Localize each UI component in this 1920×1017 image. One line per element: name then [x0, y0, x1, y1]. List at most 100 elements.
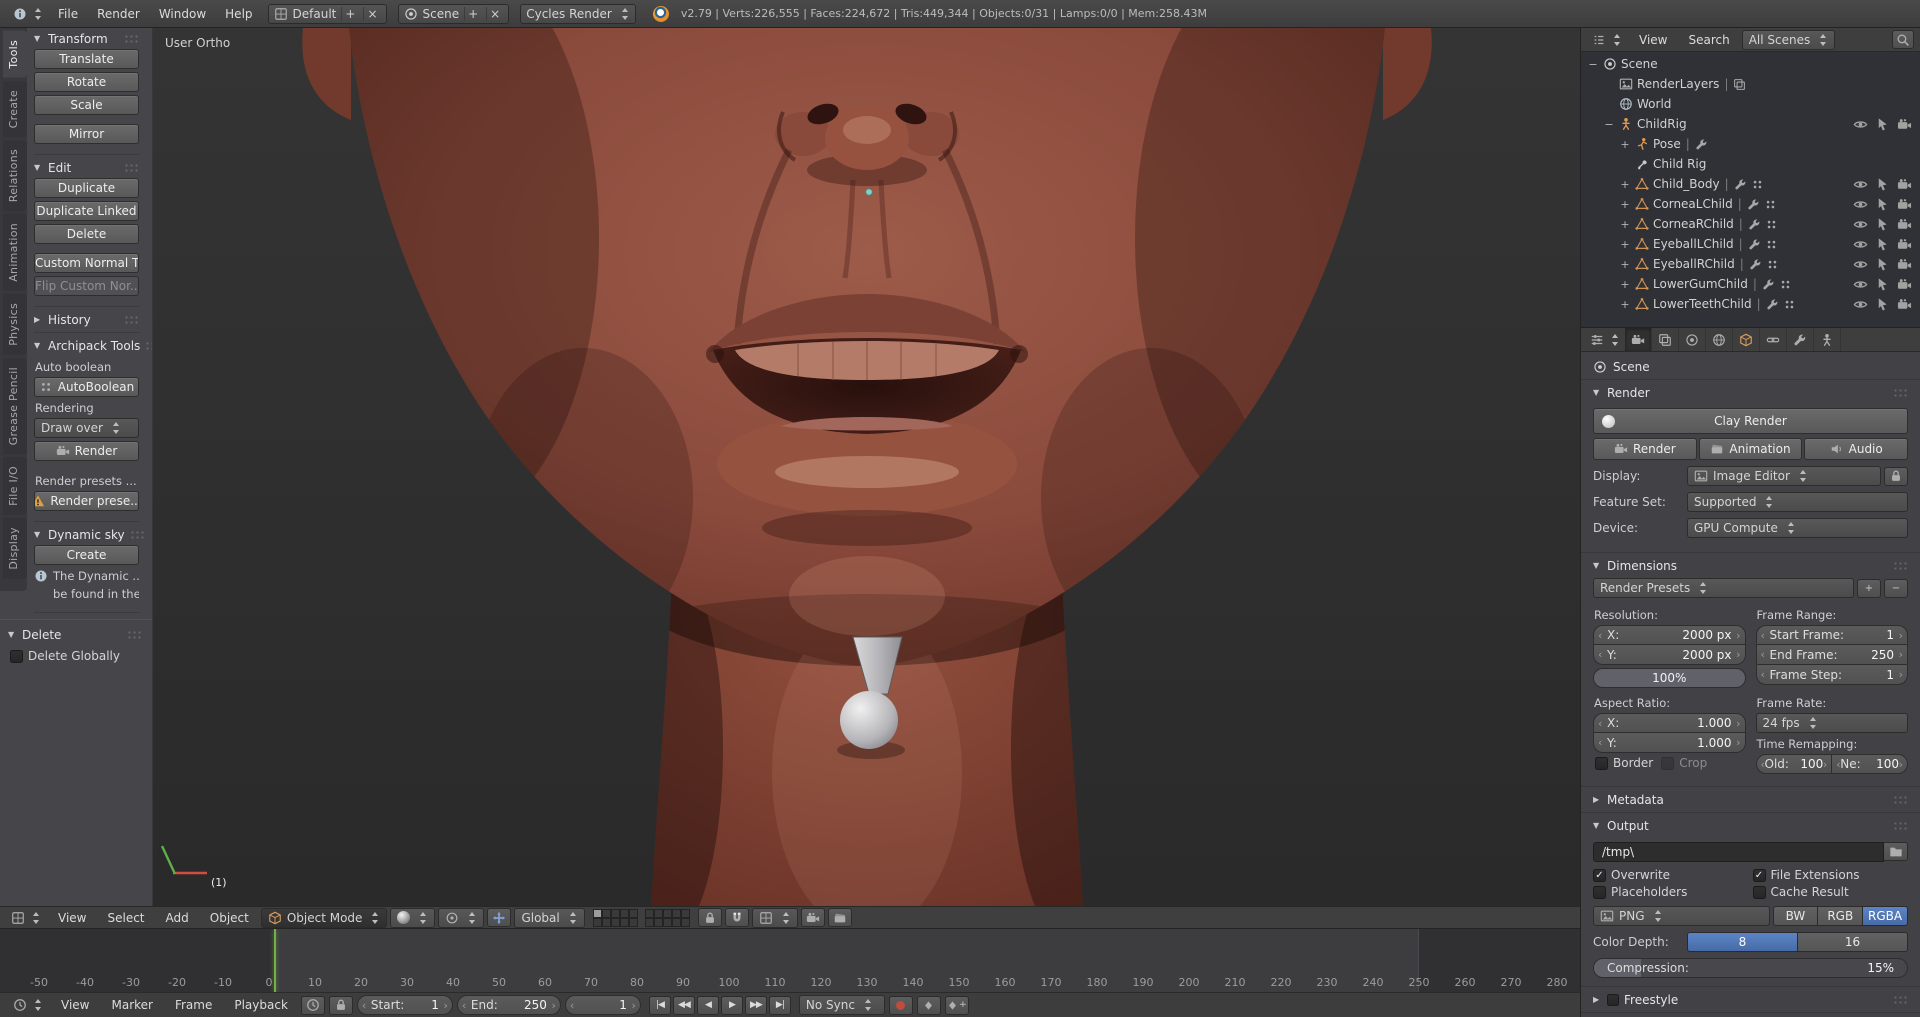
prev-keyframe-button[interactable]: ◀◀ — [672, 995, 695, 1015]
editor-type-selector[interactable] — [6, 908, 46, 928]
tool-tab-physics[interactable]: Physics — [3, 293, 27, 355]
properties-tab-scene[interactable] — [1679, 328, 1706, 351]
time-remap-new-field[interactable]: Ne:100 — [1832, 754, 1908, 774]
layer-toggle[interactable] — [619, 908, 629, 918]
menu-add[interactable]: Add — [157, 907, 198, 928]
expand-icon[interactable]: + — [1619, 218, 1631, 231]
layer-toggle[interactable] — [601, 908, 611, 918]
cursor-icon[interactable] — [1875, 217, 1890, 232]
delete-button[interactable]: Delete — [34, 224, 139, 244]
insert-keyframe-button[interactable]: + — [944, 995, 969, 1015]
duplicate-button[interactable]: Duplicate — [34, 178, 139, 198]
autoboolean-button[interactable]: AutoBoolean — [34, 377, 139, 397]
history-panel-header[interactable]: ▶ History — [34, 309, 139, 330]
render-animation-button[interactable]: Animation — [1698, 438, 1803, 460]
duplicate-linked-button[interactable]: Duplicate Linked — [34, 201, 139, 221]
lock-interface-toggle[interactable] — [1884, 466, 1908, 486]
compression-slider[interactable]: Compression: 15% — [1593, 958, 1908, 978]
delete-globally-checkbox[interactable] — [10, 649, 23, 663]
menu-view[interactable]: View — [1630, 27, 1676, 53]
archipack-render-button[interactable]: Render — [34, 441, 139, 461]
editor-type-selector[interactable] — [1585, 330, 1625, 350]
lock-frame-toggle[interactable] — [328, 995, 353, 1015]
outliner-row-scene[interactable]: − Scene — [1581, 54, 1920, 74]
expand-icon[interactable]: + — [1619, 178, 1631, 191]
frame-step-field[interactable]: Frame Step:1 — [1755, 665, 1908, 685]
panel-grip-icon[interactable] — [1893, 388, 1908, 397]
device-select[interactable]: GPU Compute — [1687, 518, 1908, 538]
aspect-x-field[interactable]: X:1.000 — [1593, 713, 1746, 733]
cam-icon[interactable] — [1897, 197, 1912, 212]
layer-toggle[interactable] — [610, 908, 620, 918]
layer-toggle[interactable] — [671, 917, 681, 927]
eye-icon[interactable] — [1853, 257, 1868, 272]
expand-icon[interactable]: + — [1619, 258, 1631, 271]
add-scene-button[interactable]: + — [464, 6, 481, 21]
resolution-x-field[interactable]: X:2000 px — [1593, 625, 1746, 645]
rotate-button[interactable]: Rotate — [34, 72, 139, 92]
cam-icon[interactable] — [1897, 237, 1912, 252]
format-rgba-button[interactable]: RGBA — [1863, 906, 1908, 926]
menu-frame[interactable]: Frame — [166, 993, 221, 1017]
panel-grip-icon[interactable] — [1893, 561, 1908, 570]
cursor-icon[interactable] — [1875, 277, 1890, 292]
panel-grip-icon[interactable] — [145, 341, 152, 350]
layer-toggle[interactable] — [592, 917, 602, 927]
layer-toggle[interactable] — [662, 908, 672, 918]
properties-tab-render-layers[interactable] — [1652, 328, 1679, 351]
add-preset-button[interactable]: + — [1857, 578, 1881, 598]
file-format-select[interactable]: PNG — [1593, 906, 1770, 926]
panel-grip-icon[interactable] — [1893, 995, 1908, 1004]
3d-viewport[interactable]: User Ortho (1) — [153, 28, 1580, 906]
viewport-shading-selector[interactable] — [390, 907, 436, 928]
cam-icon[interactable] — [1897, 257, 1912, 272]
cursor-icon[interactable] — [1875, 297, 1890, 312]
expand-icon[interactable]: + — [1619, 138, 1631, 151]
auto-keyframe-toggle[interactable] — [888, 995, 913, 1015]
remove-preset-button[interactable]: − — [1884, 578, 1908, 598]
cursor-icon[interactable] — [1875, 257, 1890, 272]
snap-toggle[interactable] — [724, 908, 749, 927]
layer-toggle[interactable] — [610, 917, 620, 927]
outliner-row-cornealchild[interactable]: + CorneaLChild | — [1581, 194, 1920, 214]
jump-start-button[interactable]: |◀ — [648, 995, 671, 1015]
collapse-icon[interactable]: − — [1587, 58, 1599, 71]
cursor-icon[interactable] — [1875, 197, 1890, 212]
menu-search[interactable]: Search — [1679, 27, 1738, 53]
menu-marker[interactable]: Marker — [102, 993, 161, 1017]
properties-context-breadcrumb[interactable]: Scene — [1581, 354, 1920, 380]
redo-panel-header[interactable]: ▼ Delete — [8, 624, 142, 645]
resolution-y-field[interactable]: Y:2000 px — [1593, 645, 1746, 665]
outliner-row-childrig[interactable]: − ChildRig — [1581, 114, 1920, 134]
outliner-row-renderlayers[interactable]: +RenderLayers| — [1581, 74, 1920, 94]
eye-icon[interactable] — [1853, 117, 1868, 132]
outliner-row-child-body[interactable]: + Child_Body | — [1581, 174, 1920, 194]
end-frame-field[interactable]: End Frame:250 — [1755, 645, 1908, 665]
freestyle-panel-header[interactable]: ▶ Freestyle — [1593, 989, 1908, 1010]
mode-selector[interactable]: Object Mode — [260, 907, 388, 928]
placeholders-checkbox[interactable] — [1593, 885, 1606, 899]
render-display-select[interactable]: Image Editor — [1687, 466, 1881, 486]
tool-tab-tools[interactable]: Tools — [3, 31, 27, 78]
time-remap-old-field[interactable]: Old:100 — [1755, 754, 1833, 774]
outliner-row-lowerteethchild[interactable]: + LowerTeethChild | — [1581, 294, 1920, 314]
properties-tab-object[interactable] — [1733, 328, 1760, 351]
format-rgb-button[interactable]: RGB — [1818, 906, 1864, 926]
eye-icon[interactable] — [1853, 297, 1868, 312]
scene-selector[interactable]: Scene + × — [397, 3, 510, 24]
opengl-render-image-button[interactable] — [800, 908, 825, 927]
format-bw-button[interactable]: BW — [1772, 906, 1819, 926]
eye-icon[interactable] — [1853, 177, 1868, 192]
delete-scene-button[interactable]: × — [486, 6, 503, 21]
transform-orientation-selector[interactable]: Global — [514, 907, 585, 928]
properties-tab-constraints[interactable] — [1760, 328, 1787, 351]
clay-render-button[interactable]: Clay Render — [1593, 408, 1908, 434]
aspect-y-field[interactable]: Y:1.000 — [1593, 733, 1746, 753]
render-presets-select[interactable]: Render Presets — [1593, 578, 1854, 598]
eye-icon[interactable] — [1853, 197, 1868, 212]
tool-tab-relations[interactable]: Relations — [3, 139, 27, 212]
layer-toggle[interactable] — [671, 908, 681, 918]
custom-normal-button[interactable]: Custom Normal T... — [34, 253, 139, 273]
menu-view[interactable]: View — [49, 907, 95, 928]
tool-tab-create[interactable]: Create — [3, 80, 27, 137]
